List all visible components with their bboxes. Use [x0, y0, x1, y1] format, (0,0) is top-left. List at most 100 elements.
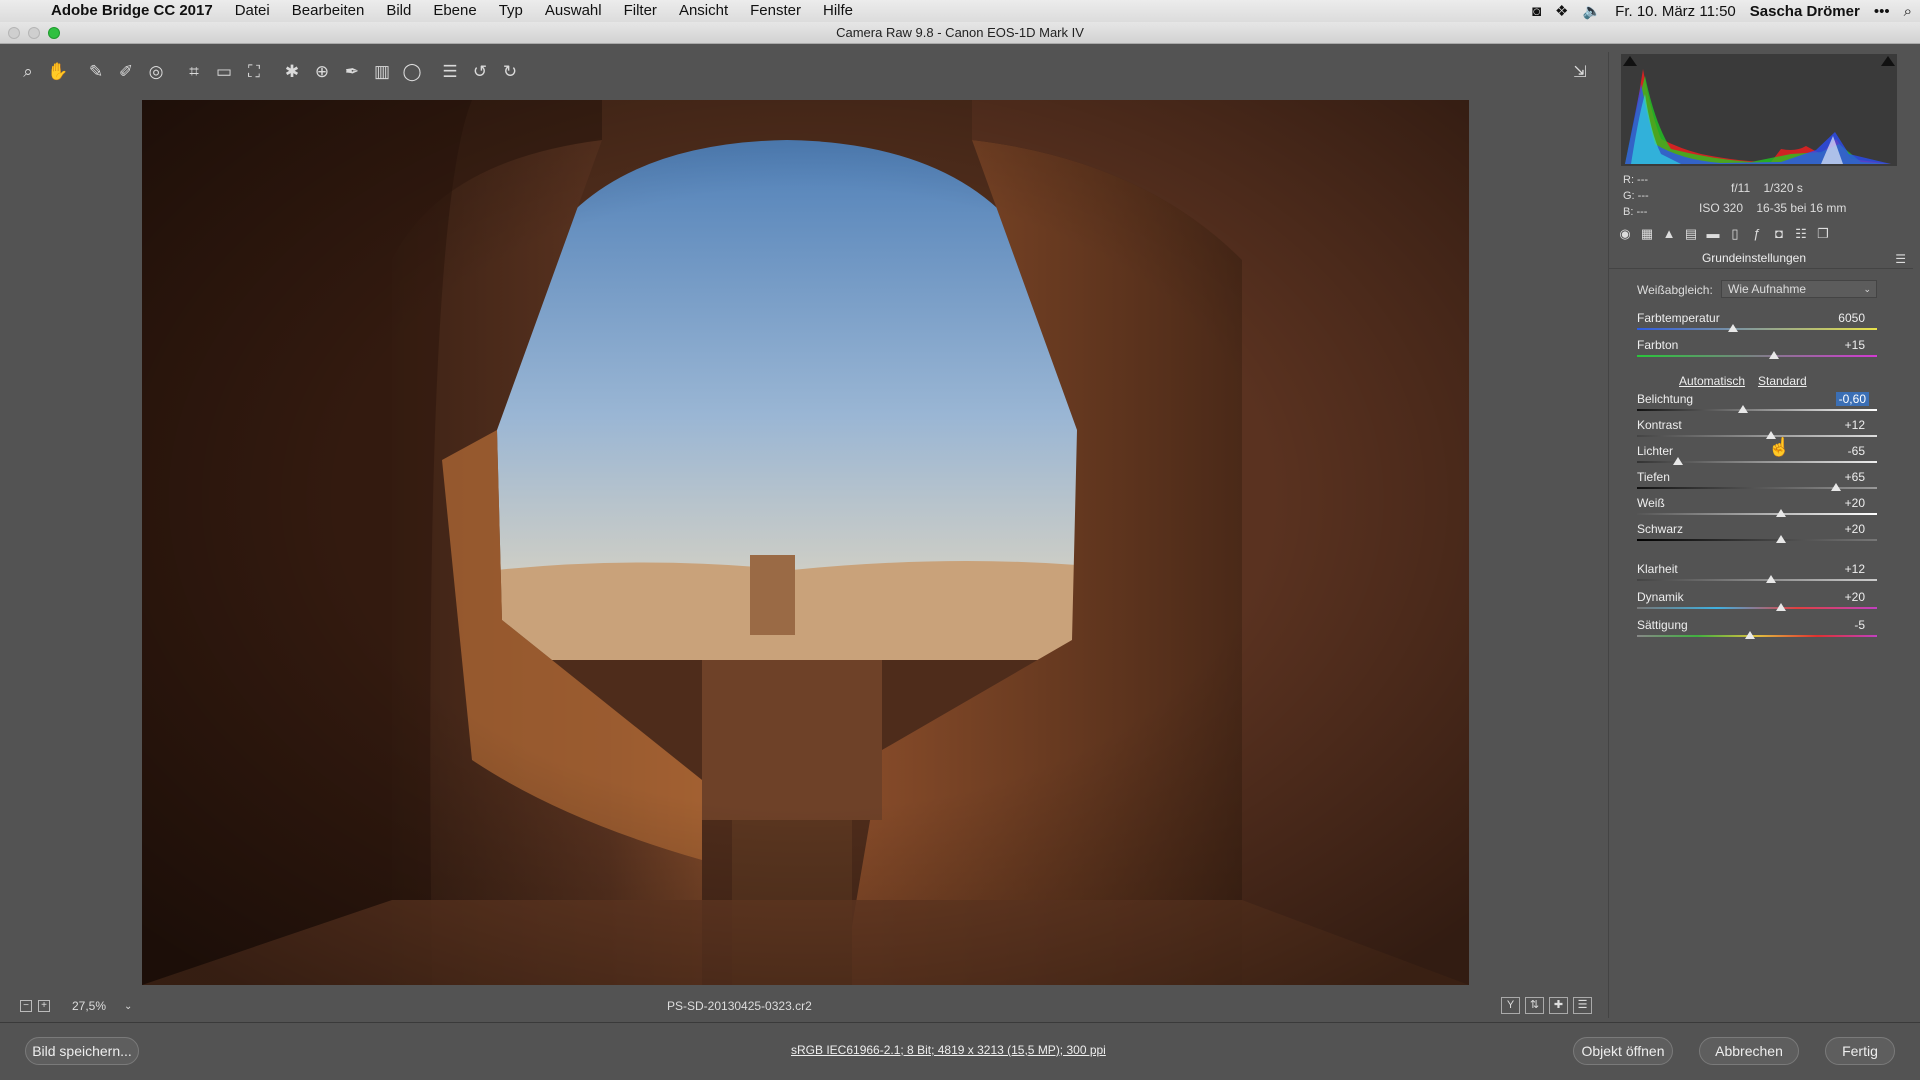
menu-typ[interactable]: Typ [488, 0, 534, 22]
rotate-left-icon[interactable]: ↺ [468, 60, 492, 84]
image-preview-area[interactable] [10, 92, 1598, 990]
screen-record-icon[interactable]: ◙ [1532, 3, 1541, 20]
zoom-dropdown-icon[interactable]: ⌄ [124, 1001, 132, 1012]
hand-tool-icon[interactable]: ✋ [46, 60, 70, 84]
color-sampler-tool-icon[interactable]: ✐ [114, 60, 138, 84]
default-link[interactable]: Standard [1758, 374, 1807, 388]
slider-vibrance[interactable]: Dynamik +20 [1637, 590, 1877, 616]
tab-hsl-icon[interactable]: ▤ [1683, 226, 1699, 242]
slider-track[interactable] [1637, 635, 1877, 637]
slider-value[interactable]: +15 [1845, 338, 1865, 352]
slider-value[interactable]: -0,60 [1835, 392, 1869, 406]
radial-filter-icon[interactable]: ◯ [400, 60, 424, 84]
photo-preview[interactable] [142, 100, 1469, 985]
slider-value[interactable]: -65 [1848, 444, 1865, 458]
open-object-button[interactable]: Objekt öffnen [1573, 1037, 1673, 1065]
slider-value[interactable]: +20 [1845, 496, 1865, 510]
slider-value[interactable]: +12 [1845, 418, 1865, 432]
tab-basic-icon[interactable]: ◉ [1617, 226, 1633, 242]
zoom-tool-icon[interactable]: ⌕ [16, 60, 40, 84]
slider-thumb[interactable] [1728, 324, 1738, 332]
menu-bild[interactable]: Bild [375, 0, 422, 22]
before-after-toggle-icon[interactable]: Y [1501, 997, 1520, 1014]
tab-snapshots-icon[interactable]: ❐ [1815, 226, 1831, 242]
zoom-in-button[interactable]: + [38, 1000, 50, 1012]
slider-thumb[interactable] [1672, 457, 1683, 465]
white-balance-select[interactable]: Wie Aufnahme ⌄ [1721, 280, 1877, 298]
slider-blacks[interactable]: Schwarz +20 [1637, 522, 1877, 548]
menu-bearbeiten[interactable]: Bearbeiten [281, 0, 376, 22]
slider-tint[interactable]: Farbton +15 [1637, 338, 1877, 364]
close-window-icon[interactable] [8, 27, 20, 39]
tab-lens-corrections-icon[interactable]: ▯ [1727, 226, 1743, 242]
zoom-out-button[interactable]: − [20, 1000, 32, 1012]
workflow-options-link[interactable]: sRGB IEC61966-2.1; 8 Bit; 4819 x 3213 (1… [791, 1043, 1106, 1057]
tab-split-toning-icon[interactable]: ▬ [1705, 226, 1721, 242]
slider-temperature[interactable]: Farbtemperatur 6050 [1637, 311, 1877, 337]
more-icon[interactable]: ••• [1874, 3, 1890, 20]
clock-text[interactable]: Fr. 10. März 11:50 [1615, 3, 1736, 20]
slider-thumb[interactable] [1766, 575, 1777, 583]
fullscreen-toggle-icon[interactable]: ⇲ [1568, 60, 1592, 84]
slider-value[interactable]: 6050 [1838, 311, 1865, 325]
zoom-level[interactable]: 27,5% [72, 999, 106, 1013]
transform-tool-icon[interactable]: ⛶ [242, 60, 266, 84]
shadow-clipping-warning-icon[interactable] [1623, 56, 1637, 66]
menu-ebene[interactable]: Ebene [422, 0, 487, 22]
tab-presets-icon[interactable]: ☷ [1793, 226, 1809, 242]
menu-fenster[interactable]: Fenster [739, 0, 812, 22]
save-image-button[interactable]: Bild speichern... [25, 1037, 139, 1065]
menu-app-name[interactable]: Adobe Bridge CC 2017 [40, 0, 224, 22]
slider-highlights[interactable]: Lichter -65 [1637, 444, 1877, 470]
spot-removal-tool-icon[interactable]: ✱ [280, 60, 304, 84]
zoom-window-icon[interactable] [48, 27, 60, 39]
toggle-default-icon[interactable]: ☰ [1573, 997, 1592, 1014]
slider-value[interactable]: +20 [1845, 590, 1865, 604]
slider-track[interactable] [1637, 409, 1877, 411]
slider-track[interactable] [1637, 435, 1877, 437]
slider-value[interactable]: +12 [1845, 562, 1865, 576]
spotlight-search-icon[interactable]: ⌕ [1904, 3, 1912, 20]
slider-track[interactable] [1637, 539, 1877, 541]
slider-thumb[interactable] [1776, 603, 1786, 611]
slider-exposure[interactable]: Belichtung -0,60 [1637, 392, 1877, 418]
graduated-filter-icon[interactable]: ▥ [370, 60, 394, 84]
slider-saturation[interactable]: Sättigung -5 [1637, 618, 1877, 644]
slider-thumb[interactable] [1744, 631, 1755, 639]
tab-tone-curve-icon[interactable]: ▦ [1639, 226, 1655, 242]
highlight-clipping-warning-icon[interactable] [1881, 56, 1895, 66]
slider-whites[interactable]: Weiß +20 [1637, 496, 1877, 522]
crop-tool-icon[interactable]: ⌗ [182, 60, 206, 84]
auto-link[interactable]: Automatisch [1679, 374, 1745, 388]
slider-thumb[interactable] [1768, 351, 1779, 359]
targeted-adjustment-tool-icon[interactable]: ◎ [144, 60, 168, 84]
slider-thumb[interactable] [1776, 509, 1786, 517]
tab-detail-icon[interactable]: ▲ [1661, 226, 1677, 242]
swap-settings-icon[interactable]: ⇅ [1525, 997, 1544, 1014]
menu-datei[interactable]: Datei [224, 0, 281, 22]
dropbox-icon[interactable]: ❖ [1555, 2, 1568, 20]
copy-settings-icon[interactable]: ✚ [1549, 997, 1568, 1014]
slider-value[interactable]: -5 [1854, 618, 1865, 632]
white-balance-tool-icon[interactable]: ✎ [84, 60, 108, 84]
panel-menu-icon[interactable]: ☰ [1895, 252, 1906, 266]
rotate-right-icon[interactable]: ↻ [498, 60, 522, 84]
preferences-icon[interactable]: ☰ [438, 60, 462, 84]
slider-clarity[interactable]: Klarheit +12 [1637, 562, 1877, 588]
slider-track[interactable] [1637, 579, 1877, 581]
tab-camera-calibration-icon[interactable]: ◘ [1771, 226, 1787, 242]
menu-ansicht[interactable]: Ansicht [668, 0, 739, 22]
slider-shadows[interactable]: Tiefen +65 [1637, 470, 1877, 496]
slider-value[interactable]: +65 [1845, 470, 1865, 484]
adjustment-brush-icon[interactable]: ✒ [340, 60, 364, 84]
tab-effects-icon[interactable]: ƒ [1749, 226, 1765, 242]
menu-filter[interactable]: Filter [613, 0, 668, 22]
slider-track[interactable] [1637, 513, 1877, 515]
user-name[interactable]: Sascha Drömer [1750, 3, 1860, 20]
slider-track[interactable] [1637, 355, 1877, 357]
menu-hilfe[interactable]: Hilfe [812, 0, 864, 22]
red-eye-tool-icon[interactable]: ⊕ [310, 60, 334, 84]
done-button[interactable]: Fertig [1825, 1037, 1895, 1065]
slider-track[interactable] [1637, 607, 1877, 609]
slider-thumb[interactable] [1776, 535, 1786, 543]
